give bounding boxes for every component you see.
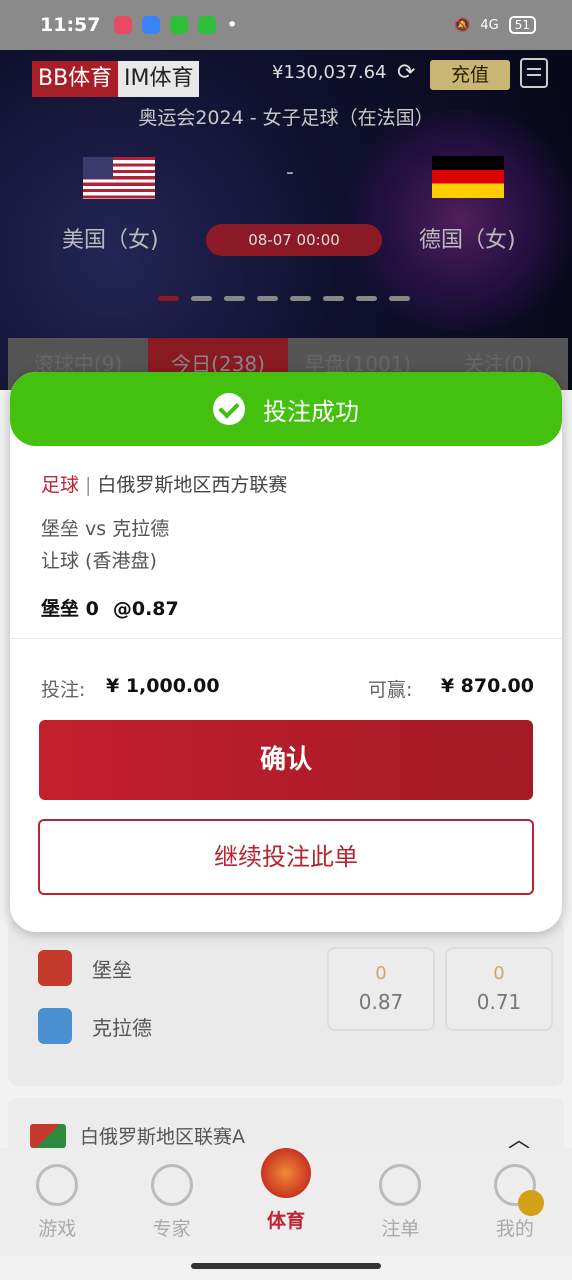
bet-selection: 堡垒 0 @0.87 — [41, 594, 179, 621]
home-team-name: 美国（女) — [62, 228, 159, 253]
balance-amount: ¥130,037.64 — [272, 62, 387, 83]
bottom-navigation: 游戏 专家 体育 注单 我的 — [0, 1148, 572, 1256]
league-header[interactable]: 白俄罗斯地区联赛A — [30, 1122, 245, 1149]
nav-label: 专家 — [152, 1218, 191, 1240]
battery-icon: 51 — [508, 16, 536, 34]
list-icon — [379, 1164, 422, 1206]
club-badge-icon — [38, 1008, 72, 1044]
photos-app-icon — [114, 16, 133, 34]
refresh-icon[interactable]: ⟳ — [397, 60, 415, 85]
mute-icon: 🔕 — [454, 17, 471, 33]
home-indicator[interactable] — [191, 1263, 381, 1269]
recharge-button[interactable]: 充值 — [430, 60, 510, 90]
away-club-row: 克拉德 — [38, 1008, 152, 1044]
odds-value: 0.71 — [476, 990, 522, 1014]
nav-label: 注单 — [381, 1218, 420, 1240]
carousel-indicator — [158, 296, 410, 301]
expert-icon — [150, 1164, 193, 1206]
selection-name: 堡垒 0 — [41, 598, 99, 620]
separator: | — [85, 474, 92, 496]
match-time-badge: 08-07 00:00 — [206, 224, 382, 256]
nav-games[interactable]: 游戏 — [0, 1148, 114, 1256]
carousel-dot[interactable] — [257, 296, 278, 301]
matchup-text: 堡垒 vs 克拉德 — [41, 518, 170, 540]
belarus-flag-icon — [30, 1123, 66, 1148]
trophy-icon — [261, 1148, 312, 1198]
usa-flag-icon — [83, 157, 155, 199]
sim-icon — [170, 16, 189, 34]
selection-odds: @0.87 — [112, 598, 179, 620]
event-title: 奥运会2024 - 女子足球（在法国） — [138, 107, 434, 129]
carousel-dot[interactable] — [323, 296, 344, 301]
germany-flag-icon — [432, 156, 504, 198]
sport-label: 足球 — [41, 474, 80, 496]
league-line: 足球 | 白俄罗斯地区西方联赛 — [41, 470, 287, 497]
carousel-dot[interactable] — [290, 296, 311, 301]
bb-sports-tab[interactable]: BB体育 — [32, 61, 119, 97]
more-notifications-icon: • — [226, 14, 238, 36]
stake-label: 投注: — [41, 679, 86, 701]
message-icon — [198, 16, 217, 34]
odds-away-button[interactable]: 0 0.71 — [445, 947, 553, 1031]
confirm-button[interactable]: 确认 — [39, 720, 533, 800]
document-icon[interactable] — [520, 58, 548, 88]
nav-bets[interactable]: 注单 — [343, 1148, 457, 1256]
bet-success-dialog: 投注成功 足球 | 白俄罗斯地区西方联赛 堡垒 vs 克拉德 让球 (香港盘) 堡垒… — [10, 372, 562, 932]
handicap-value: 0 — [493, 963, 505, 984]
odds-home-button[interactable]: 0 0.87 — [327, 947, 435, 1031]
away-club-name: 克拉德 — [92, 1015, 152, 1040]
stake-amount: ¥ 1,000.00 — [106, 675, 220, 697]
dialog-header: 投注成功 — [10, 372, 562, 446]
continue-betting-button[interactable]: 继续投注此单 — [38, 819, 534, 895]
bell-icon — [517, 1190, 544, 1216]
club-badge-icon — [38, 950, 72, 986]
carousel-dot[interactable] — [191, 296, 212, 301]
carousel-dot[interactable] — [389, 296, 410, 301]
vs-separator: - — [286, 160, 294, 185]
check-circle-icon — [213, 393, 245, 425]
nav-label: 游戏 — [38, 1218, 77, 1240]
carousel-dot[interactable] — [356, 296, 377, 301]
home-club-row: 堡垒 — [38, 950, 132, 986]
nav-sports[interactable]: 体育 — [229, 1148, 343, 1256]
divider — [10, 638, 562, 639]
game-icon — [36, 1164, 79, 1206]
league-name: 白俄罗斯地区联赛A — [80, 1126, 245, 1148]
status-bar: 11:57 • 🔕 4G 51 — [0, 0, 572, 50]
app-icon — [142, 16, 161, 34]
status-time: 11:57 — [40, 14, 101, 36]
nav-label: 体育 — [267, 1210, 306, 1232]
im-sports-tab[interactable]: IM体育 — [118, 61, 200, 97]
dialog-title: 投注成功 — [263, 397, 359, 426]
league-label: 白俄罗斯地区西方联赛 — [97, 474, 288, 496]
carousel-dot[interactable] — [224, 296, 245, 301]
market-type: 让球 (香港盘) — [41, 550, 157, 572]
nav-label: 我的 — [495, 1218, 534, 1240]
carousel-dot[interactable] — [158, 296, 179, 301]
home-club-name: 堡垒 — [92, 957, 132, 982]
away-team-name: 德国（女) — [419, 228, 516, 253]
nav-experts[interactable]: 专家 — [114, 1148, 228, 1256]
odds-value: 0.87 — [358, 990, 404, 1014]
nav-profile[interactable]: 我的 — [458, 1148, 572, 1256]
potential-win-amount: ¥ 870.00 — [440, 675, 534, 697]
handicap-value: 0 — [375, 963, 387, 984]
signal-icon: 4G — [480, 17, 499, 33]
potential-win-label: 可赢: — [368, 679, 413, 701]
